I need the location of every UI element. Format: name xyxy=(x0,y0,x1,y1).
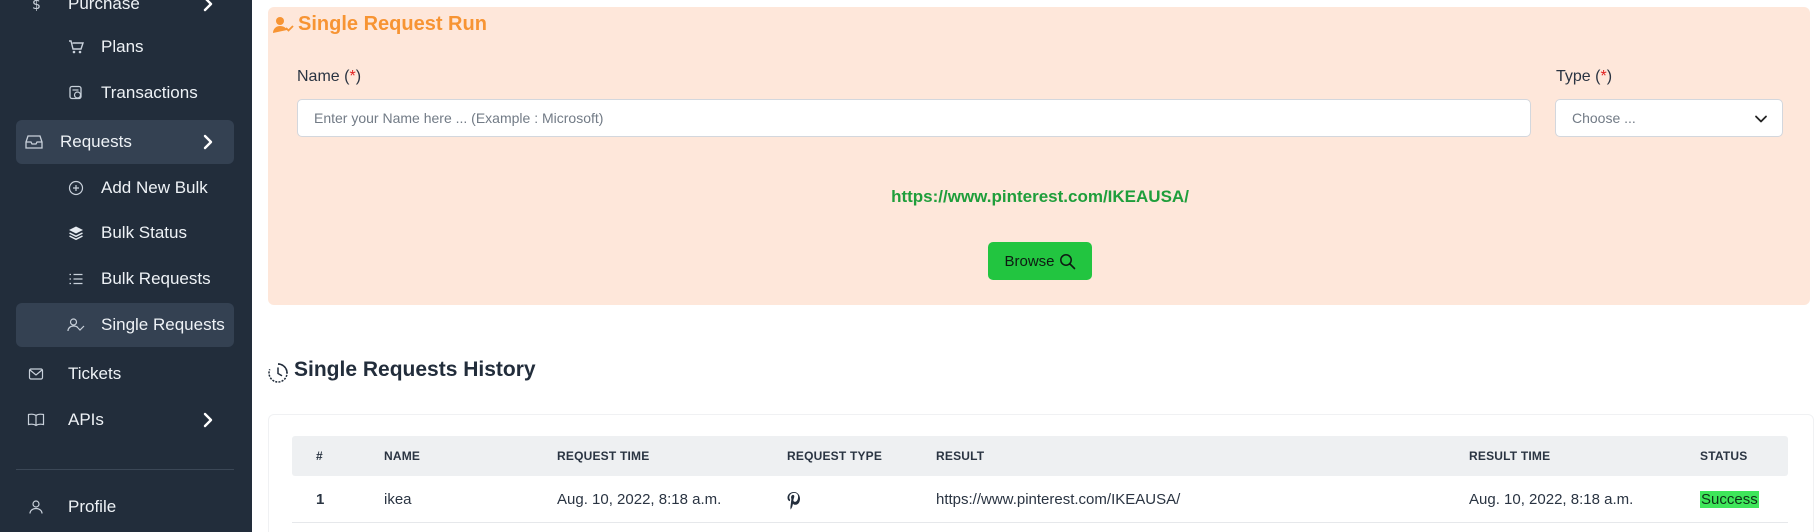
chevron-right-icon xyxy=(203,134,213,150)
search-icon xyxy=(1059,253,1075,269)
sidebar-divider xyxy=(16,469,234,470)
sidebar-item-label: Plans xyxy=(101,37,144,56)
inbox-icon xyxy=(24,132,44,152)
name-label: Name (*) xyxy=(297,68,361,86)
type-label-end: ) xyxy=(1606,68,1613,85)
history-clock-icon xyxy=(268,363,288,383)
sidebar-item-tickets[interactable]: Tickets xyxy=(16,352,234,396)
sidebar-item-transactions[interactable]: Transactions xyxy=(16,71,234,115)
column-header-request-type: REQUEST TYPE xyxy=(787,449,883,463)
row-name: ikea xyxy=(384,491,412,508)
sidebar-item-purchase[interactable]: $ Purchase xyxy=(16,0,234,26)
name-label-text: Name ( xyxy=(297,68,350,85)
history-table-header xyxy=(292,436,1788,476)
row-divider xyxy=(292,522,1788,523)
sidebar-item-bulk-requests[interactable]: Bulk Requests xyxy=(16,257,234,301)
panel-title: Single Request Run xyxy=(298,13,487,35)
list-icon xyxy=(66,269,86,289)
column-header-result-time: RESULT TIME xyxy=(1469,449,1551,463)
sidebar-item-bulk-status[interactable]: Bulk Status xyxy=(16,211,234,255)
type-select-value: Choose ... xyxy=(1572,110,1636,126)
sidebar-item-profile[interactable]: Profile xyxy=(16,485,234,529)
sidebar-item-requests[interactable]: Requests xyxy=(16,120,234,164)
dollar-icon: $ xyxy=(26,0,46,14)
result-url-link[interactable]: https://www.pinterest.com/IKEAUSA/ xyxy=(0,187,1814,207)
row-result-time: Aug. 10, 2022, 8:18 a.m. xyxy=(1469,491,1634,508)
sidebar-item-label: Profile xyxy=(68,497,117,516)
name-input[interactable] xyxy=(297,99,1531,137)
sidebar-item-label: Bulk Requests xyxy=(101,269,211,288)
user-check-icon xyxy=(66,315,86,335)
sidebar-item-apis[interactable]: APIs xyxy=(16,398,234,442)
status-badge: Success xyxy=(1700,491,1759,508)
type-select[interactable]: Choose ... xyxy=(1555,99,1783,137)
receipt-icon xyxy=(66,83,86,103)
column-header-request-time: REQUEST TIME xyxy=(557,449,650,463)
chevron-right-icon xyxy=(203,0,213,12)
column-header-status: STATUS xyxy=(1700,449,1748,463)
row-index: 1 xyxy=(316,491,325,508)
sidebar-item-plans[interactable]: Plans xyxy=(16,25,234,69)
chevron-down-icon xyxy=(1755,115,1767,123)
chevron-right-icon xyxy=(203,412,213,428)
sidebar-item-label: APIs xyxy=(68,410,104,429)
sidebar-item-label: Bulk Status xyxy=(101,223,187,242)
column-header-result: RESULT xyxy=(936,449,985,463)
sidebar-item-label: Tickets xyxy=(68,364,122,383)
row-result[interactable]: https://www.pinterest.com/IKEAUSA/ xyxy=(936,491,1180,508)
sidebar: $ Purchase Plans Transactions Requests A… xyxy=(0,0,252,532)
sidebar-item-single-requests[interactable]: Single Requests xyxy=(16,303,234,347)
sidebar-item-label: Transactions xyxy=(101,83,198,102)
column-header-index: # xyxy=(316,449,323,463)
cart-icon xyxy=(66,37,86,57)
type-label-text: Type ( xyxy=(1556,68,1601,85)
svg-text:$: $ xyxy=(32,0,41,12)
layers-icon xyxy=(66,223,86,243)
sidebar-item-label: Single Requests xyxy=(101,315,225,334)
user-icon xyxy=(26,497,46,517)
browse-button[interactable]: Browse xyxy=(988,242,1092,280)
history-title: Single Requests History xyxy=(294,358,536,381)
sidebar-item-label: Purchase xyxy=(68,0,140,13)
sidebar-item-label: Requests xyxy=(60,132,132,151)
mail-icon xyxy=(26,364,46,384)
type-label: Type (*) xyxy=(1556,68,1612,86)
user-check-icon xyxy=(273,17,294,33)
pinterest-icon xyxy=(787,492,800,510)
row-request-time: Aug. 10, 2022, 8:18 a.m. xyxy=(557,491,722,508)
column-header-name: NAME xyxy=(384,449,421,463)
name-label-end: ) xyxy=(355,68,362,85)
book-icon xyxy=(26,410,46,430)
browse-button-label: Browse xyxy=(1004,252,1055,270)
